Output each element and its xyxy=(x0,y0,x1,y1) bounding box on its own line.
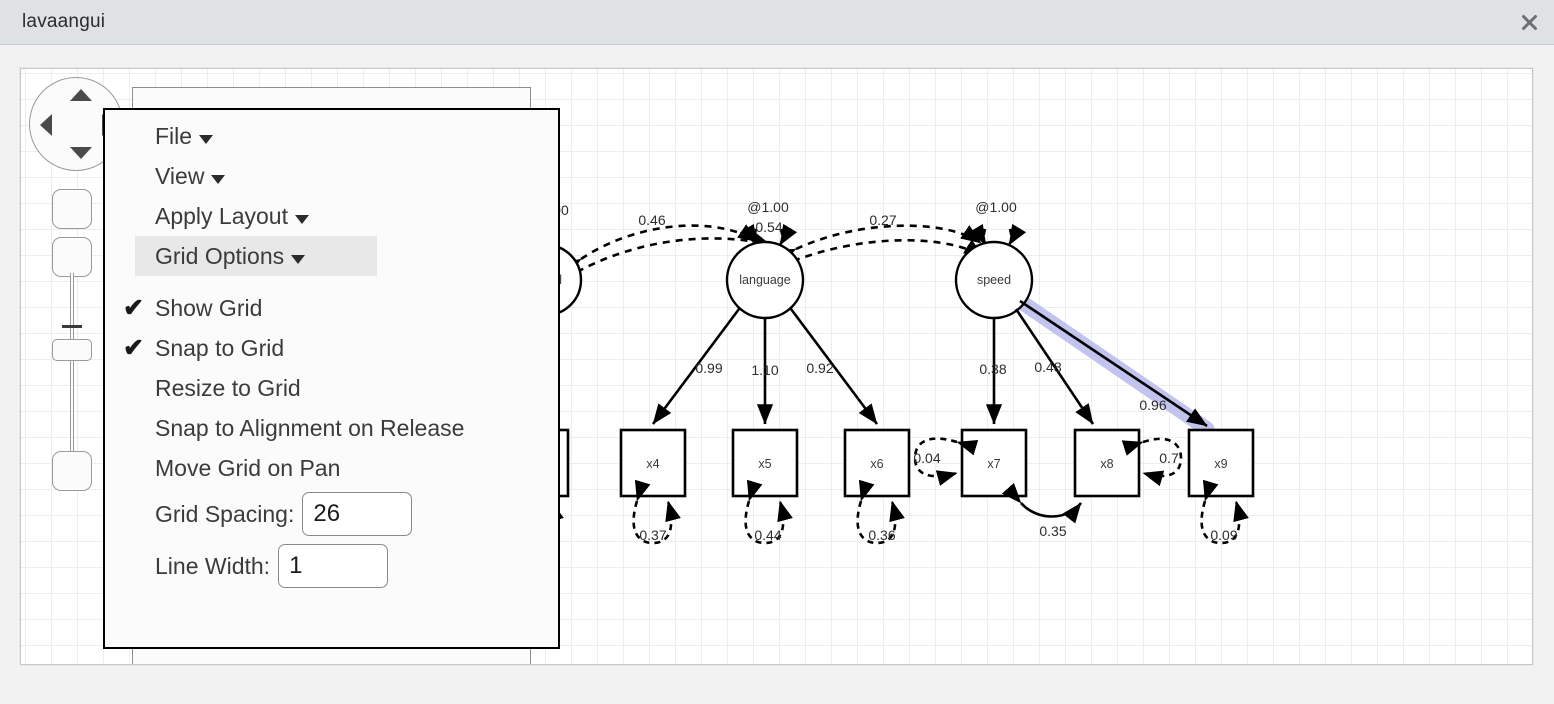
loading-label-language-x6: 0.92 xyxy=(806,360,833,376)
checkmark-icon: ✔ xyxy=(123,334,144,362)
loading-label-language-x5: 1.10 xyxy=(751,362,778,378)
menu-item-grid-options-label: Grid Options xyxy=(155,243,285,269)
observed-label-x9: x9 xyxy=(1214,457,1227,471)
menu-option-move-grid-on-pan-label: Move Grid on Pan xyxy=(155,455,341,481)
menu-item-file[interactable]: File xyxy=(135,116,535,156)
latent-node-language[interactable]: language xyxy=(725,240,805,320)
line-width-input[interactable] xyxy=(278,544,389,588)
latent-label-speed: speed xyxy=(977,273,1011,287)
observed-label-x6: x6 xyxy=(870,457,883,471)
observed-node-x9[interactable]: x9 xyxy=(1187,428,1255,498)
menu-item-grid-options[interactable]: Grid Options xyxy=(135,236,377,276)
observed-label-x7: x7 xyxy=(987,457,1000,471)
variance-label-language-est: 0.54 xyxy=(755,219,782,235)
menu-item-view-label: View xyxy=(155,163,205,189)
residual-label-x7: 0.04 xyxy=(913,450,940,466)
residual-label-x9: 0.09 xyxy=(1210,527,1237,543)
chevron-down-icon xyxy=(211,175,226,185)
chevron-down-icon xyxy=(294,215,309,225)
menu-option-resize-to-grid[interactable]: Resize to Grid xyxy=(135,368,535,408)
menu-list: File View Apply Layout Grid Options ✔ Sh… xyxy=(123,110,535,592)
zoom-slider-track[interactable] xyxy=(70,273,74,455)
observed-node-x6[interactable]: x6 xyxy=(843,428,911,498)
menu-option-snap-to-grid[interactable]: ✔ Snap to Grid xyxy=(123,328,535,368)
zoom-in-button[interactable] xyxy=(52,189,92,229)
menu-separator xyxy=(135,276,535,288)
observed-node-x8[interactable]: x8 xyxy=(1073,428,1141,498)
chevron-down-icon xyxy=(291,255,306,265)
loading-label-language-x4: 0.99 xyxy=(695,360,722,376)
variance-label-language: @1.00 xyxy=(747,199,789,215)
observed-label-x5: x5 xyxy=(758,457,771,471)
title-bar: lavaangui xyxy=(0,0,1554,45)
arrow-down-icon[interactable] xyxy=(70,147,92,159)
reset-view-button[interactable] xyxy=(52,451,92,491)
observed-node-x5[interactable]: x5 xyxy=(731,428,799,498)
rescov-label-x8-x9: 0.7 xyxy=(1159,450,1179,466)
residual-label-x5: 0.44 xyxy=(754,527,781,543)
observed-label-x8: x8 xyxy=(1100,457,1113,471)
menu-item-apply-layout-label: Apply Layout xyxy=(155,203,288,229)
menu-option-snap-to-alignment[interactable]: Snap to Alignment on Release xyxy=(135,408,535,448)
menu-option-move-grid-on-pan[interactable]: Move Grid on Pan xyxy=(135,448,535,488)
observed-node-x4[interactable]: x4 xyxy=(619,428,687,498)
grid-spacing-input[interactable] xyxy=(302,492,413,536)
loading-label-speed-x9: 0.96 xyxy=(1139,397,1166,413)
menu-item-apply-layout[interactable]: Apply Layout xyxy=(135,196,535,236)
covariance-label-visual-language: 0.46 xyxy=(638,212,665,228)
residual-label-x4: 0.37 xyxy=(639,527,666,543)
menu-option-show-grid[interactable]: ✔ Show Grid xyxy=(123,288,535,328)
window-title: lavaangui xyxy=(22,11,106,32)
grid-spacing-row: Grid Spacing: xyxy=(135,488,535,540)
chevron-down-icon xyxy=(199,135,214,145)
menu-item-file-label: File xyxy=(155,123,193,149)
arrow-up-icon[interactable] xyxy=(70,89,92,101)
menu-option-show-grid-label: Show Grid xyxy=(155,295,263,321)
loading-label-speed-x8: 0.48 xyxy=(1034,359,1061,375)
observed-node-x7[interactable]: x7 xyxy=(960,428,1028,498)
line-width-row: Line Width: xyxy=(135,540,535,592)
observed-label-x4: x4 xyxy=(646,457,659,471)
rescov-label-x7-x8: 0.35 xyxy=(1039,523,1066,539)
app-window: lavaangui language speed x4 x5 x6 x7 x8 … xyxy=(0,0,1554,704)
variance-label-speed: @1.00 xyxy=(975,199,1017,215)
zoom-out-button[interactable] xyxy=(52,237,92,277)
menu-item-view[interactable]: View xyxy=(135,156,535,196)
menu-option-resize-to-grid-label: Resize to Grid xyxy=(155,375,301,401)
grid-spacing-label: Grid Spacing: xyxy=(155,500,295,527)
latent-node-speed[interactable]: speed xyxy=(954,240,1034,320)
checkmark-icon: ✔ xyxy=(123,294,144,322)
loading-label-speed-x7: 0.38 xyxy=(979,361,1006,377)
zoom-slider-thumb[interactable] xyxy=(52,339,92,361)
arrow-left-icon[interactable] xyxy=(40,114,52,136)
covariance-label-language-speed: 0.27 xyxy=(869,212,896,228)
zoom-slider-tick xyxy=(62,325,82,328)
line-width-label: Line Width: xyxy=(155,552,271,579)
menu-panel[interactable]: File View Apply Layout Grid Options ✔ Sh… xyxy=(103,108,560,649)
graph-canvas[interactable]: visual language speed xyxy=(20,68,1533,665)
residual-label-x6: 0.36 xyxy=(868,527,895,543)
menu-option-snap-to-alignment-label: Snap to Alignment on Release xyxy=(155,415,465,441)
latent-label-language: language xyxy=(739,273,790,287)
menu-option-snap-to-grid-label: Snap to Grid xyxy=(155,335,285,361)
close-icon[interactable] xyxy=(1512,6,1546,38)
